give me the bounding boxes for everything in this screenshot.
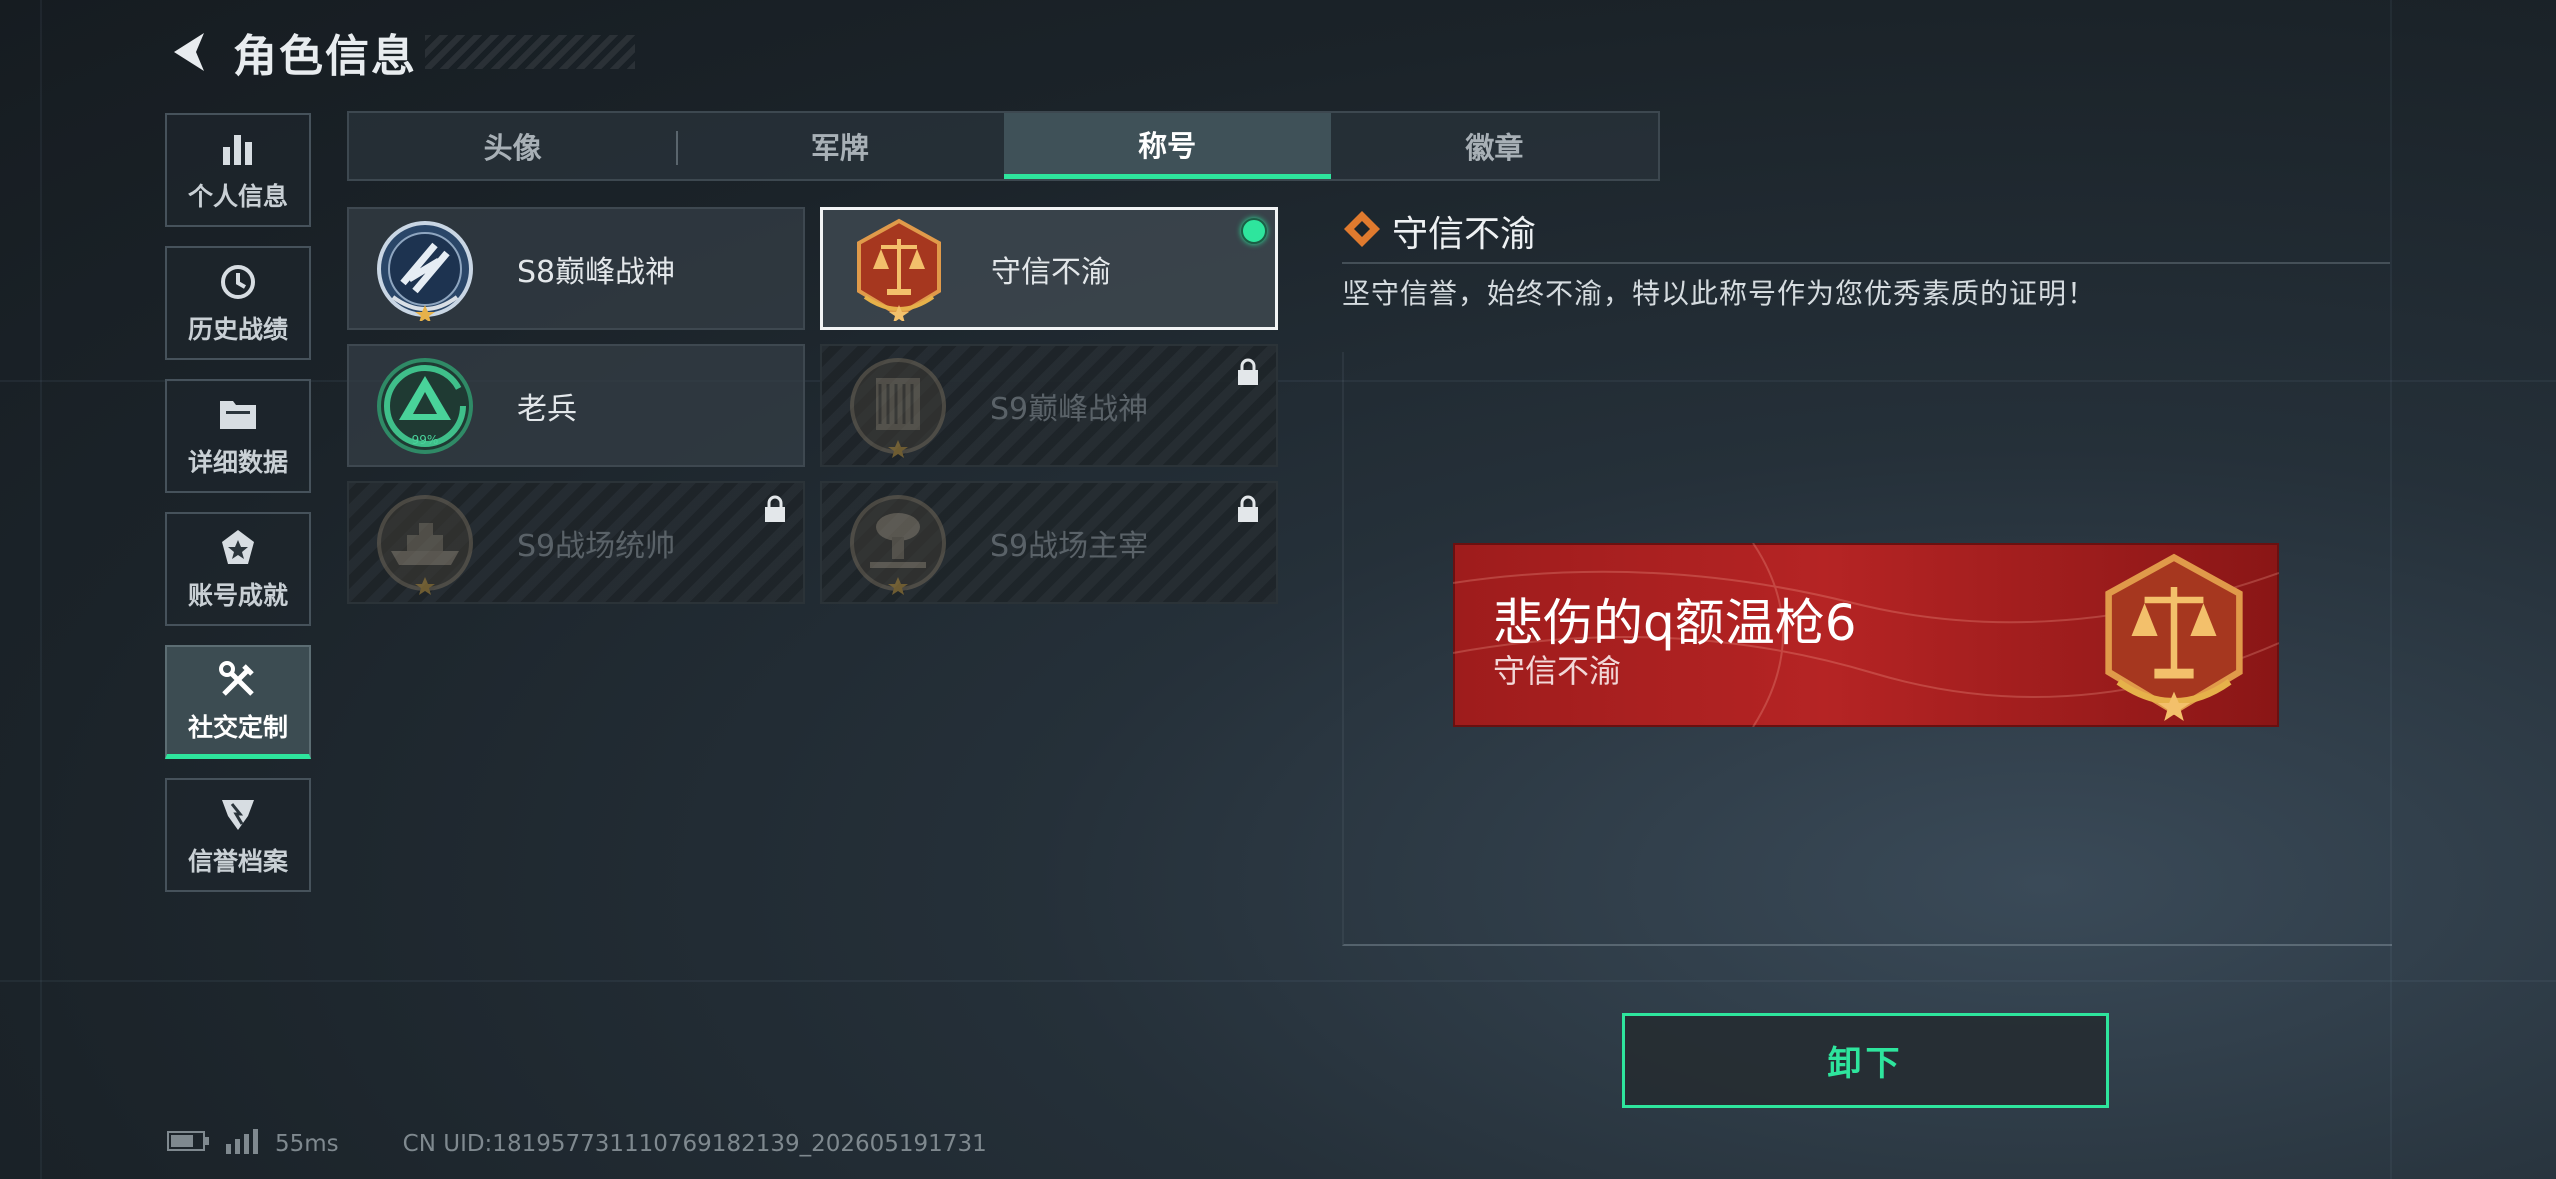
bar-chart-icon [216, 127, 260, 171]
title-name: S8巅峰战神 [517, 254, 676, 290]
achievement-icon [216, 526, 260, 570]
reputation-icon [216, 792, 260, 836]
title-card-keep-faith[interactable]: 守信不渝 [820, 207, 1278, 330]
tab-avatar[interactable]: 头像 [349, 113, 676, 179]
sidebar-item-personal-info[interactable]: 个人信息 [165, 113, 311, 227]
title-banner-preview: 悲伤的q额温枪6 守信不渝 [1453, 543, 2279, 727]
lock-icon [1236, 495, 1260, 523]
sidebar-item-detail-data[interactable]: 详细数据 [165, 379, 311, 493]
title-name: S9巅峰战神 [990, 391, 1149, 427]
veteran-badge-icon: 99% [371, 352, 479, 460]
signal-icon [225, 1128, 259, 1160]
equipped-indicator [1241, 218, 1267, 244]
sidebar-item-reputation[interactable]: 信誉档案 [165, 778, 311, 892]
title-card-s9-peak[interactable]: S9巅峰战神 [820, 344, 1278, 467]
title-card-s9-dominator[interactable]: S9战场主宰 [820, 481, 1278, 604]
sidebar-item-label: 信誉档案 [187, 847, 288, 876]
banner-title-text: 守信不渝 [1493, 652, 1622, 690]
scales-emblem-icon [2089, 551, 2259, 721]
sidebar-item-label: 详细数据 [187, 448, 288, 477]
title-card-veteran[interactable]: 99% 老兵 [347, 344, 805, 467]
title-card-s9-commander[interactable]: S9战场统帅 [347, 481, 805, 604]
scales-badge-icon [845, 215, 953, 323]
back-arrow-icon[interactable] [165, 29, 211, 75]
detail-divider [1342, 262, 2390, 264]
unequip-button[interactable]: 卸下 [1622, 1013, 2109, 1108]
sidebar-item-history[interactable]: 历史战绩 [165, 246, 311, 360]
s8-peak-badge-icon [371, 215, 479, 323]
title-name: S9战场统帅 [517, 528, 676, 564]
s9-dominator-badge-icon [844, 489, 952, 597]
banner-player-name: 悲伤的q额温枪6 [1493, 594, 1857, 652]
detail-header: 守信不渝 [1342, 205, 1536, 257]
title-decoration [425, 35, 635, 69]
sidebar-item-achievements[interactable]: 账号成就 [165, 512, 311, 626]
sidebar: 个人信息 历史战绩 详细数据 账号成就 社交定制 信誉档案 [165, 113, 315, 911]
detail-title: 守信不渝 [1392, 214, 1537, 255]
folder-icon [216, 393, 260, 437]
sidebar-item-label: 社交定制 [187, 712, 288, 742]
tab-dogtag[interactable]: 军牌 [676, 113, 1003, 179]
history-icon [216, 260, 260, 304]
page-header: 角色信息 [165, 22, 635, 82]
bg-grid-line [0, 980, 2556, 982]
title-name: 守信不渝 [991, 254, 1111, 290]
sidebar-item-label: 历史战绩 [187, 315, 288, 344]
customization-tabs: 头像 军牌 称号 徽章 [347, 111, 1660, 181]
veteran-badge-text: 99% [412, 433, 439, 447]
lock-icon [1236, 358, 1260, 386]
title-card-s8-peak[interactable]: S8巅峰战神 [347, 207, 805, 330]
title-name: 老兵 [517, 391, 577, 427]
user-uid: CN UID:1819577311107691821​39_2026051917… [402, 1131, 987, 1157]
diamond-icon [1342, 209, 1382, 253]
s9-commander-badge-icon [371, 489, 479, 597]
status-bar: 55ms CN UID:1819577311107691821​39_20260… [167, 1128, 987, 1160]
lock-icon [763, 495, 787, 523]
sidebar-item-label: 账号成就 [187, 581, 288, 610]
battery-icon [167, 1130, 211, 1158]
title-name: S9战场主宰 [990, 528, 1149, 564]
sidebar-item-label: 个人信息 [187, 182, 288, 211]
page-title: 角色信息 [233, 31, 417, 82]
bg-grid-line [40, 0, 42, 1179]
tab-title[interactable]: 称号 [1003, 113, 1331, 179]
tab-badge[interactable]: 徽章 [1331, 113, 1658, 179]
ping-value: 55ms [275, 1131, 339, 1157]
detail-description: 坚守信誉，始终不渝，特以此称号作为您优秀素质的证明！ [1342, 277, 2097, 310]
s9-peak-badge-icon [844, 352, 952, 460]
sidebar-item-social-custom[interactable]: 社交定制 [165, 645, 311, 759]
tools-icon [216, 658, 260, 702]
